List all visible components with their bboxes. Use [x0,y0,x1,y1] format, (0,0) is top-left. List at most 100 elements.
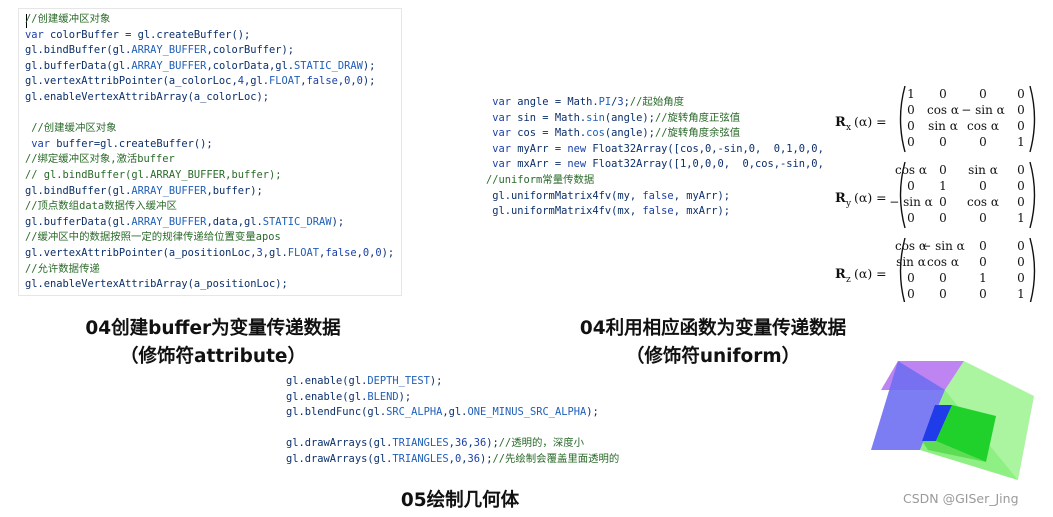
code-token: var [486,111,518,124]
code-token: //旋转角度正弦值 [654,111,741,124]
code-token: var [486,142,518,155]
matrix-cell: 0 [1017,179,1025,193]
matrix-equations: Rx (α) =1 0 0 00 cos α − sin α 00 sin α cos α 00 0 0… [835,85,1036,302]
code-line: var sin = Math.sin(angle);//旋转角度正弦值 [486,111,824,127]
caption-uniform-title: 04利用相应函数为变量传递数据 [579,318,847,339]
matrix-cell: 0 [1017,195,1025,209]
code-line: gl.bufferData(gl.ARRAY_BUFFER,data,gl.ST… [25,215,394,231]
code-token: gl.bindBuffer(gl. [25,184,132,197]
code-line: gl.enableVertexAttribArray(a_colorLoc); [25,90,394,106]
code-token: ARRAY_BUFFER [131,215,207,228]
code-token: gl.enableVertexAttribArray(a_colorLoc); [25,90,269,103]
code-token: //创建缓冲区对象 [25,13,111,25]
left-paren [899,85,906,153]
code-token: //先绘制会覆盖里面透明的 [492,452,620,465]
matrix-cell: 1 [907,87,915,101]
matrix-subscript: y [845,199,852,209]
code-line: //创建缓冲区对象 [25,12,394,28]
code-token: ); [398,390,412,403]
code-line: var myArr = new Float32Array([cos,0,-sin… [486,142,824,158]
code-token: gl.enableVertexAttribArray(a_positionLoc… [25,278,288,291]
code-token: TRIANGLES [392,452,449,465]
code-token: 36 [473,437,487,450]
right-paren [1029,161,1036,229]
code-token: gl.uniformMatrix4fv(my, [486,189,643,202]
matrix-cell: cos α [927,103,959,117]
code-line: var mxArr = new Float32Array([1,0,0,0, 0… [486,157,824,173]
code-token: //uniform常量传数据 [486,173,595,186]
code-token: //顶点数组data数据传入缓冲区 [25,200,177,213]
code-line: gl.drawArrays(gl.TRIANGLES,0,36);//先绘制会覆… [286,452,619,468]
matrix-subscript: x [846,123,851,133]
matrix-cell: 0 [1017,271,1025,285]
matrix-cell: 1 [1017,287,1025,301]
code-snippet-uniform: var angle = Math.PI/3;//起始角度 var sin = M… [486,78,826,228]
matrix-cell: 1 [1017,211,1025,225]
matrix-cell: 1 [939,179,947,193]
code-token: //允许数据传递 [25,262,100,275]
code-token: gl.bindBuffer(gl. [25,44,132,57]
matrix-cell: 0 [939,211,947,225]
code-token: //创建缓冲区对象 [25,122,117,135]
code-token: (angle); [604,111,655,124]
matrix-cell: 0 [939,135,947,149]
matrix-cell: − sin α [921,239,965,253]
code-token: ); [331,215,345,228]
matrix-cell: 1 [979,271,987,285]
code-token: false [642,189,674,202]
code-token: 36 [467,452,480,465]
code-token: ); [362,59,376,72]
code-line: gl.vertexAttribPointer(a_colorLoc,4,gl.F… [25,74,394,90]
matrix-cell: sin α [928,119,958,133]
matrix-cell: sin α [896,255,926,269]
matrix-cell: cos α [927,255,959,269]
code-token: sin [586,111,605,124]
code-token: BLEND [367,390,399,403]
code-line: gl.bindBuffer(gl.ARRAY_BUFFER,colorBuffe… [25,43,394,59]
code-token: ,gl. [262,246,288,259]
rotation-matrices: Rx (α) = 1 0 0 0 0 cos α − sin α 0 0 sin α cos α0000… [833,84,1045,302]
code-token: ,buffer); [206,184,263,197]
matrix-cell: 0 [1017,255,1025,269]
right-paren [1029,237,1036,302]
matrix-cell: 0 [979,135,987,149]
matrix-cell: cos α [967,119,999,133]
code-token: buffer=gl.createBuffer(); [56,137,213,150]
code-token: sin = Math. [517,111,587,124]
code-line: gl.bufferData(gl.ARRAY_BUFFER,colorData,… [25,59,394,75]
matrix-cell: 0 [979,287,987,301]
code-token: false [642,205,674,218]
code-line: gl.vertexAttribPointer(a_positionLoc,3,g… [25,246,394,262]
code-token: Float32Array([1,0,0,0, 0,cos,-sin,0, [592,158,824,171]
matrix-subscript: z [846,275,851,285]
code-line: //缓冲区中的数据按照一定的规律传递给位置变量apos [25,230,394,246]
code-token: gl.uniformMatrix4fv(mx, [486,205,643,218]
matrix-cell: cos α [895,163,927,177]
matrix-cell: 0 [979,179,987,193]
code-token: STATIC_DRAW [294,59,363,72]
code-token: ,colorData,gl. [206,59,295,72]
code-block: //创建缓冲区对象 var colorBuffer = gl.createBuff… [25,12,394,293]
code-token: false [325,246,357,259]
right-paren [1029,85,1036,153]
code-token: gl.enable(gl. [286,375,368,387]
matrix-cell: 0 [939,287,947,301]
code-token: gl.drawArrays(gl. [286,437,393,450]
code-token: ONE_MINUS_SRC_ALPHA [467,406,587,419]
matrix-argument: (α) = [854,266,887,281]
code-token: gl.bufferData(gl. [25,59,132,72]
code-token: colorBuffer = gl.createBuffer(); [50,28,251,41]
code-token: var [486,158,518,171]
code-line: var buffer=gl.createBuffer(); [25,137,394,153]
code-token: angle = Math. [517,96,599,108]
code-line: gl.enableVertexAttribArray(a_positionLoc… [25,277,394,293]
matrix-cell: 0 [907,211,915,225]
code-token: //绑定缓冲区对象,激活buffer [25,153,175,166]
code-token: 36 [454,437,468,450]
code-token: ,data,gl. [206,215,263,228]
matrix-cell: 0 [979,239,987,253]
code-line: //允许数据传递 [25,262,394,278]
matrix-cell: 0 [907,135,915,149]
code-token: var [25,137,57,150]
